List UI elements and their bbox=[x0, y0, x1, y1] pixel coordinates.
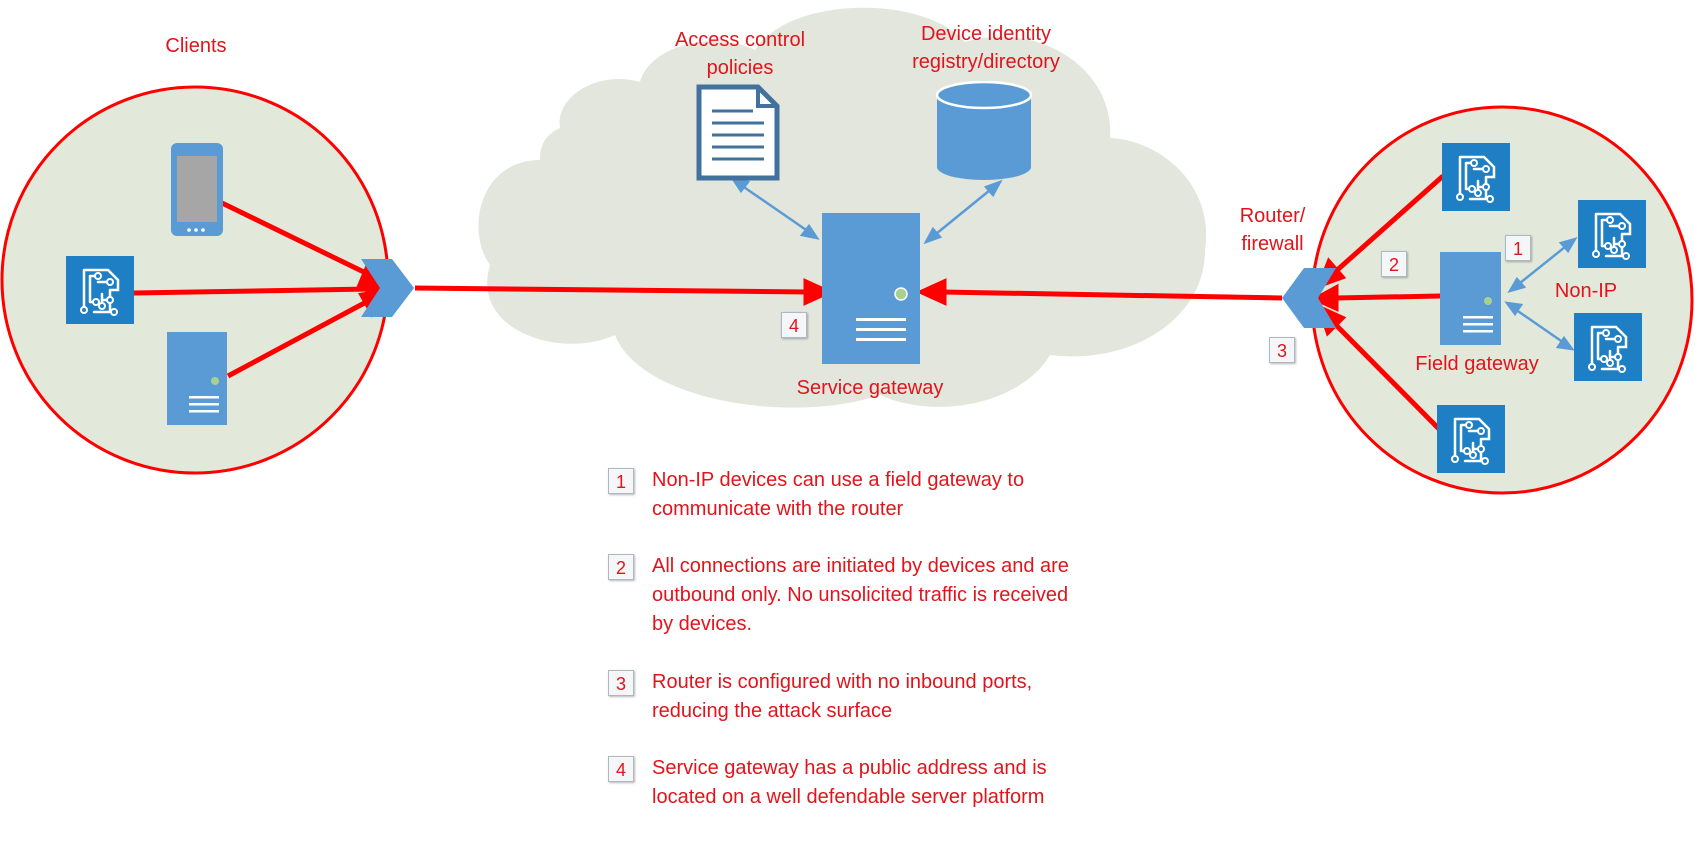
iot-chip-icon bbox=[64, 254, 136, 326]
service-gateway-server-icon bbox=[822, 213, 920, 364]
database-icon bbox=[935, 80, 1033, 180]
field-gateway-server-icon bbox=[1440, 252, 1501, 345]
badge-1: 1 bbox=[1505, 235, 1531, 261]
clients-label: Clients bbox=[165, 35, 227, 57]
badge-2: 2 bbox=[1381, 251, 1407, 277]
iot-chip-icon bbox=[1440, 141, 1512, 213]
non-ip-label: Non-IP bbox=[1554, 280, 1618, 302]
access-control-label: Access control policies bbox=[674, 29, 806, 79]
badge-4: 4 bbox=[781, 312, 807, 338]
document-icon bbox=[696, 84, 780, 181]
iot-chip-icon bbox=[1576, 198, 1648, 270]
server-icon bbox=[167, 332, 227, 425]
badge-3: 3 bbox=[1269, 337, 1295, 363]
note-text: Router is configured with no inbound por… bbox=[652, 671, 1033, 722]
note-badge: 4 bbox=[608, 756, 634, 782]
iot-chip-icon bbox=[1435, 403, 1507, 475]
device-identity-label: Device identity registry/directory bbox=[912, 23, 1060, 73]
field-gateway-label: Field gateway bbox=[1415, 353, 1539, 375]
note-badge: 3 bbox=[608, 670, 634, 696]
smartphone-icon bbox=[171, 143, 223, 236]
note-text: Non-IP devices can use a field gateway t… bbox=[652, 469, 1025, 520]
note-badge: 2 bbox=[608, 554, 634, 580]
router-firewall-label: Router/ firewall bbox=[1239, 205, 1306, 255]
iot-chip-icon bbox=[1572, 311, 1644, 383]
note-text: All connections are initiated by devices… bbox=[652, 555, 1069, 635]
service-gateway-label: Service gateway bbox=[796, 377, 944, 399]
note-badge: 1 bbox=[608, 468, 634, 494]
note-text: Service gateway has a public address and… bbox=[652, 757, 1047, 808]
field-gateway-to-router bbox=[1335, 293, 1441, 301]
